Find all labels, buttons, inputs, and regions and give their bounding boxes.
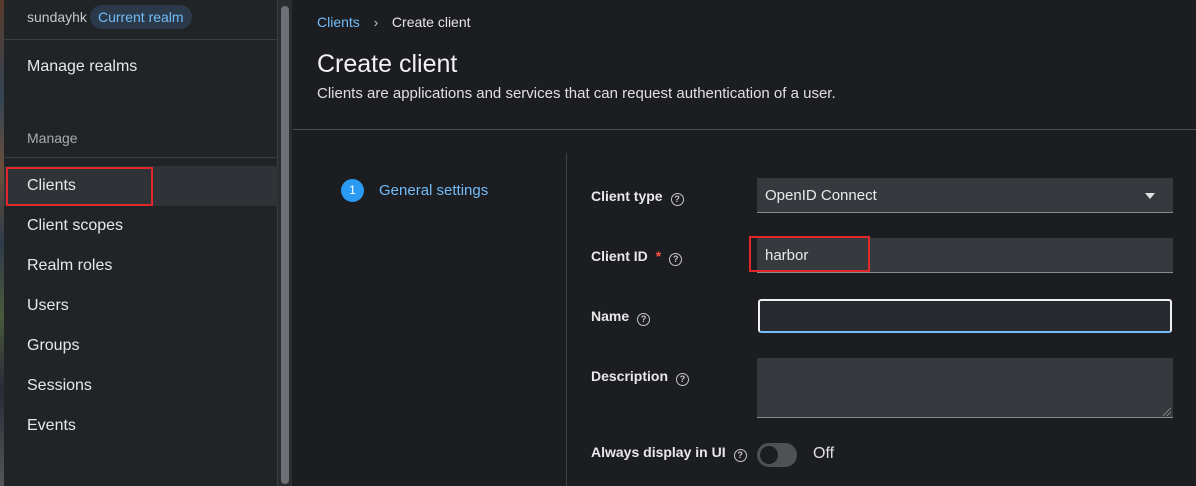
sidebar-item-events[interactable]: Events [4, 406, 278, 446]
client-id-input[interactable] [757, 238, 1173, 273]
breadcrumb-separator-icon: › [373, 15, 379, 30]
manage-section-heading: Manage [27, 130, 78, 146]
breadcrumb-clients-link[interactable]: Clients [317, 14, 360, 30]
description-label: Description? [591, 368, 690, 386]
sidebar: sundayhk Current realm Manage realms Man… [4, 0, 278, 486]
help-icon[interactable]: ? [676, 373, 690, 386]
wizard-step-general-settings[interactable]: General settings [379, 182, 488, 199]
always-display-label-text: Always display in UI [591, 444, 726, 460]
help-icon[interactable]: ? [670, 193, 684, 206]
sidebar-item-sessions[interactable]: Sessions [4, 366, 278, 406]
always-display-toggle[interactable] [757, 443, 797, 467]
wizard-divider [566, 153, 567, 486]
sidebar-divider [4, 157, 278, 158]
client-type-label-text: Client type [591, 188, 663, 204]
sidebar-item-users[interactable]: Users [4, 286, 278, 326]
header-divider [293, 129, 1196, 130]
client-type-select[interactable]: OpenID Connect [757, 178, 1173, 213]
step-number-badge: 1 [341, 179, 364, 202]
manage-realms-link[interactable]: Manage realms [4, 47, 278, 87]
sidebar-scrollbar-thumb[interactable] [281, 6, 289, 484]
name-input[interactable] [758, 299, 1172, 333]
page-description: Clients are applications and services th… [317, 85, 836, 102]
description-label-text: Description [591, 368, 669, 384]
breadcrumb-current: Create client [391, 14, 471, 30]
help-icon[interactable]: ? [637, 313, 651, 326]
client-type-value: OpenID Connect [765, 187, 877, 204]
toggle-knob [760, 446, 778, 464]
caret-down-icon [1145, 193, 1155, 199]
sidebar-item-realm-roles[interactable]: Realm roles [4, 246, 278, 286]
sidebar-item-groups[interactable]: Groups [4, 326, 278, 366]
realm-selector[interactable]: sundayhk Current realm [4, 0, 278, 40]
help-icon[interactable]: ? [669, 253, 683, 266]
resize-grip-icon[interactable] [1163, 408, 1171, 416]
description-textarea[interactable] [757, 358, 1173, 418]
main-content: Clients › Create client Create client Cl… [293, 0, 1196, 486]
always-display-label: Always display in UI? [591, 444, 747, 462]
page-title: Create client [317, 50, 458, 78]
breadcrumb: Clients › Create client [317, 14, 471, 30]
name-label-text: Name [591, 308, 630, 324]
realm-name: sundayhk [27, 9, 87, 25]
required-asterisk: * [655, 248, 662, 264]
sidebar-item-clients[interactable]: Clients [4, 166, 278, 206]
current-realm-badge: Current realm [90, 5, 192, 29]
name-label: Name? [591, 308, 651, 326]
always-display-state: Off [813, 445, 835, 462]
client-id-label-text: Client ID [591, 248, 648, 264]
sidebar-item-client-scopes[interactable]: Client scopes [4, 206, 278, 246]
client-type-label: Client type? [591, 188, 684, 206]
help-icon[interactable]: ? [733, 449, 747, 462]
client-id-label: Client ID *? [591, 248, 683, 266]
